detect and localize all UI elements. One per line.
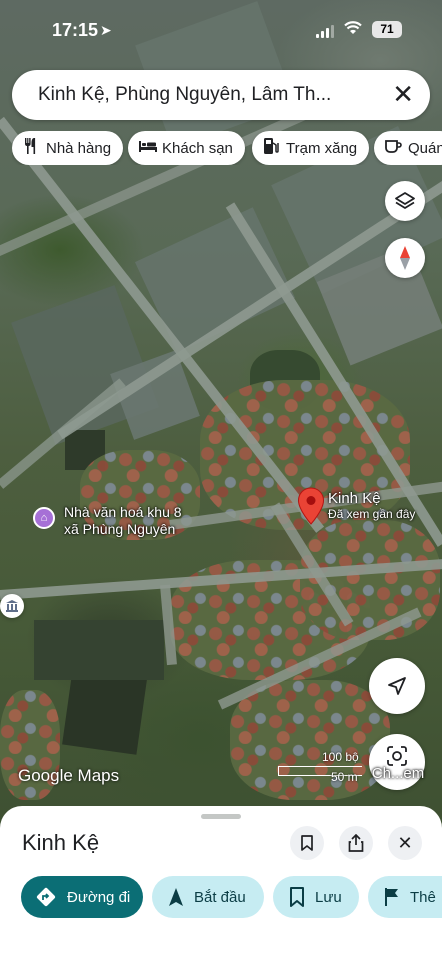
save-button[interactable] (290, 826, 324, 860)
chip-label: Trạm xăng (286, 139, 358, 157)
search-query[interactable]: Kinh Kệ, Phùng Nguyên, Lâm Th... (38, 84, 331, 106)
place-title: Kinh Kệ (22, 830, 100, 855)
wifi-icon (344, 21, 362, 34)
coffee-icon (384, 138, 402, 158)
satellite-map[interactable] (0, 0, 442, 830)
directions-icon (36, 887, 56, 907)
compass-button[interactable] (385, 238, 425, 278)
place-bottom-sheet: Kinh Kệ ✕ Đường đi Bắt đầu Lưu Thê (0, 806, 442, 960)
layers-button[interactable] (385, 181, 425, 221)
save-label: Lưu (315, 888, 342, 906)
poi-label-line1: Nhà văn hoá khu 8 (64, 504, 182, 520)
chip-hotels[interactable]: Khách sạn (128, 131, 245, 165)
cellular-signal-icon (316, 24, 336, 38)
bookmark-icon (290, 887, 304, 907)
poi-label[interactable]: Nhà văn hoá khu 8 xã Phùng Nguyên (64, 504, 182, 538)
google-maps-watermark: Google Maps (18, 766, 120, 785)
poi-community-house-icon[interactable]: ⌂ (33, 507, 55, 529)
location-pin-icon[interactable] (297, 487, 325, 525)
chip-label: Khách sạn (162, 139, 233, 157)
bookmark-icon (301, 835, 313, 851)
action-buttons: Đường đi Bắt đầu Lưu Thê (0, 876, 442, 918)
scale-metric-label: 50 m (331, 770, 358, 784)
pin-title: Kinh Kệ (328, 490, 381, 507)
museum-poi-icon[interactable] (0, 594, 24, 618)
fork-knife-icon (22, 137, 40, 159)
close-icon[interactable]: ✕ (392, 81, 414, 107)
chip-gas-stations[interactable]: Trạm xăng (252, 131, 370, 165)
scale-bar: 100 bộ 50 m (276, 750, 362, 786)
share-icon (348, 834, 364, 852)
add-label-button[interactable]: Thê (368, 876, 442, 918)
my-location-button[interactable] (369, 658, 425, 714)
location-arrow-icon: ➤ (100, 22, 112, 38)
directions-button[interactable]: Đường đi (21, 876, 143, 918)
chip-restaurants[interactable]: Nhà hàng (12, 131, 124, 165)
sheet-drag-handle[interactable] (201, 814, 241, 819)
start-label: Bắt đầu (194, 888, 246, 906)
start-button[interactable]: Bắt đầu (152, 876, 264, 918)
compass-icon (400, 246, 410, 270)
navigation-arrow-icon (388, 677, 406, 695)
share-button[interactable] (339, 826, 373, 860)
scale-imperial-label: 100 bộ (322, 750, 359, 764)
chip-label: Quán (408, 139, 442, 157)
pin-label[interactable]: Kinh Kệ Đã xem gần đây (328, 490, 415, 521)
gas-station-icon (262, 137, 280, 159)
status-bar: 17:15 ➤ 71 (0, 0, 442, 60)
bed-icon (138, 139, 157, 157)
chip-cafes[interactable]: Quán (374, 131, 442, 165)
directions-label: Đường đi (67, 888, 131, 906)
chip-label: Nhà hàng (46, 139, 112, 157)
status-time: 17:15 (52, 20, 99, 40)
flag-icon (385, 888, 398, 906)
lens-label: Ch...em (371, 765, 425, 782)
add-label-label: Thê (410, 888, 436, 906)
navigation-arrow-icon (169, 888, 183, 906)
category-chips: Nhà hàng Khách sạn Trạm xăng Quán (12, 131, 442, 165)
poi-label-line2: xã Phùng Nguyên (64, 521, 176, 537)
battery-indicator: 71 (372, 21, 402, 38)
layers-icon (395, 192, 415, 209)
pin-subtitle: Đã xem gần đây (328, 507, 416, 521)
save-place-button[interactable]: Lưu (273, 876, 359, 918)
camera-lens-icon (387, 746, 407, 766)
close-icon: ✕ (397, 832, 413, 853)
close-sheet-button[interactable]: ✕ (388, 826, 422, 860)
search-bar[interactable]: Kinh Kệ, Phùng Nguyên, Lâm Th... ✕ (12, 70, 430, 120)
